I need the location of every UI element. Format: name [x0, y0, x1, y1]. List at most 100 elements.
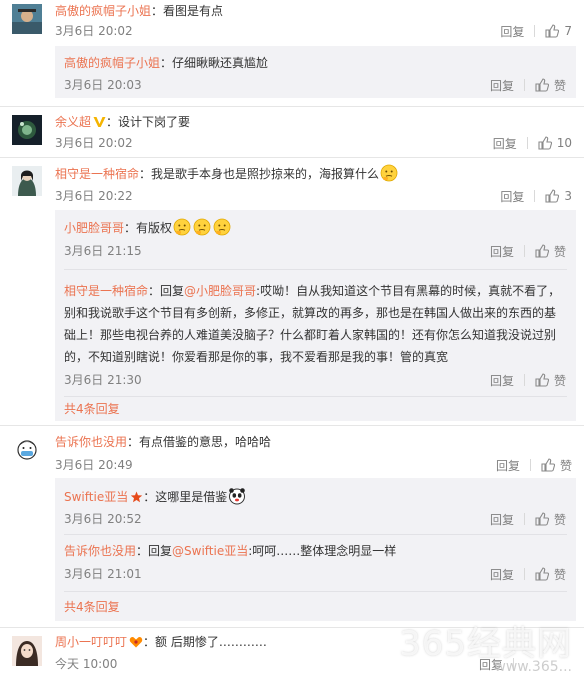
- action-divider: [523, 568, 525, 580]
- emoji-panda: [228, 487, 246, 505]
- username-link[interactable]: 小肥脸哥哥: [64, 221, 124, 235]
- reply-actions: 回复 赞: [490, 242, 566, 260]
- comment-actions: 回复 7: [500, 22, 572, 40]
- thumbs-up-icon: [535, 512, 549, 526]
- like-label: 赞: [553, 373, 566, 388]
- reply-actions: 回复 赞: [490, 76, 566, 94]
- like-label: 赞: [553, 512, 566, 527]
- comment-actions: 回复 3: [500, 187, 572, 205]
- reply-button[interactable]: 回复: [493, 135, 517, 152]
- avatar[interactable]: [12, 166, 42, 196]
- comment-actions: 回复 赞: [496, 456, 572, 474]
- comment-item: 高傲的疯帽子小姐：看图是有点 3月6日 20:02 回复 7 高傲的疯帽子小姐：…: [0, 0, 584, 110]
- like-label: 赞: [559, 458, 572, 473]
- comment-text: ：看图是有点: [151, 4, 224, 18]
- reply-button[interactable]: 回复: [490, 511, 514, 528]
- divider: [64, 591, 567, 592]
- like-button[interactable]: 赞: [535, 243, 566, 260]
- reply-prefix: ：回复: [136, 544, 173, 558]
- reply-button[interactable]: 回复: [500, 188, 524, 205]
- emoji-thinking: [380, 164, 398, 182]
- action-divider: [523, 513, 525, 525]
- username-link[interactable]: 高傲的疯帽子小姐: [55, 4, 151, 18]
- username-link[interactable]: Swiftie亚当: [64, 490, 128, 504]
- star-badge: [130, 490, 143, 508]
- reply-text: :呵呵……整体理念明显一样: [248, 544, 397, 558]
- timestamp: 3月6日 20:22: [55, 189, 133, 203]
- action-divider: [523, 374, 525, 386]
- watermark: 365经典网: [399, 624, 572, 664]
- reply-thread: 小肥脸哥哥：有版权 3月6日 21:15 回复 赞 相守是一种宿命：回复@小肥脸…: [55, 210, 576, 421]
- timestamp: 3月6日 21:30: [64, 373, 142, 387]
- like-button[interactable]: 7: [545, 24, 572, 38]
- mention-link[interactable]: @小肥脸哥哥: [184, 284, 256, 298]
- username-link[interactable]: 高傲的疯帽子小姐: [64, 56, 160, 70]
- username-link[interactable]: 周小一叮叮叮: [55, 635, 127, 649]
- timestamp: 3月6日 20:02: [55, 136, 133, 150]
- comment-item: 余义超 ：设计下岗了要 3月6日 20:02 回复 10: [0, 107, 584, 159]
- avatar[interactable]: [12, 115, 42, 145]
- more-replies-link[interactable]: 共4条回复: [64, 400, 120, 417]
- thumbs-up-icon: [545, 24, 560, 38]
- thumbs-up-icon: [545, 189, 560, 203]
- like-button[interactable]: 赞: [541, 457, 572, 474]
- like-count: 3: [564, 189, 572, 203]
- reply-item: 小肥脸哥哥：有版权 3月6日 21:15 回复 赞: [55, 210, 576, 268]
- comment-text: ：有点借鉴的意思，哈哈哈: [127, 435, 272, 449]
- username-link[interactable]: 余义超: [55, 115, 91, 129]
- comment-text-line: 周小一叮叮叮 ：额 后期惨了…………: [55, 633, 267, 653]
- username-link[interactable]: 相守是一种宿命: [55, 167, 139, 181]
- action-divider: [523, 245, 525, 257]
- like-button[interactable]: 10: [538, 136, 572, 150]
- reply-button[interactable]: 回复: [490, 243, 514, 260]
- like-button[interactable]: 赞: [535, 511, 566, 528]
- reply-text-line: Swiftie亚当 ：这哪里是借鉴: [64, 487, 564, 508]
- username-link[interactable]: 告诉你也没用: [64, 544, 136, 558]
- avatar[interactable]: [12, 436, 42, 466]
- comment-text: ：额 后期惨了…………: [143, 635, 267, 649]
- reply-actions: 回复 赞: [490, 371, 566, 389]
- reply-text-line: 高傲的疯帽子小姐：仔细瞅瞅还真尴尬: [64, 54, 564, 72]
- reply-button[interactable]: 回复: [496, 457, 520, 474]
- comment-text: ：设计下岗了要: [106, 115, 191, 129]
- reply-text: ：仔细瞅瞅还真尴尬: [160, 56, 269, 70]
- username-link[interactable]: 告诉你也没用: [55, 435, 127, 449]
- avatar[interactable]: [12, 636, 42, 666]
- reply-button[interactable]: 回复: [490, 77, 514, 94]
- action-divider: [534, 25, 536, 37]
- heart-badge: [129, 635, 143, 653]
- like-button[interactable]: 3: [545, 189, 572, 203]
- like-button[interactable]: 赞: [535, 566, 566, 583]
- reply-button[interactable]: 回复: [490, 566, 514, 583]
- thumbs-up-icon: [535, 373, 549, 387]
- reply-button[interactable]: 回复: [490, 372, 514, 389]
- reply-item: 相守是一种宿命：回复@小肥脸哥哥:哎呦！自从我知道这个节目有黑幕的时候，真就不看…: [55, 270, 576, 395]
- vip-v-badge: [93, 115, 106, 133]
- like-label: 赞: [553, 567, 566, 582]
- reply-button[interactable]: 回复: [500, 23, 524, 40]
- comment-item: 相守是一种宿命：我是歌手本身也是照抄掠来的，海报算什么 3月6日 20:22 回…: [0, 158, 584, 428]
- reply-text: ：这哪里是借鉴: [143, 490, 228, 504]
- like-button[interactable]: 赞: [535, 372, 566, 389]
- comment-item: 告诉你也没用：有点借鉴的意思，哈哈哈 3月6日 20:49 回复 赞 Swift…: [0, 426, 584, 626]
- reply-thread: Swiftie亚当 ：这哪里是借鉴 3月6日 20:52 回复 赞 告诉你也没用：…: [55, 478, 576, 621]
- timestamp: 3月6日 20:03: [64, 78, 142, 92]
- thumbs-up-icon: [535, 567, 549, 581]
- reply-item: 告诉你也没用：回复@Swiftie亚当:呵呵……整体理念明显一样 3月6日 21…: [55, 535, 576, 590]
- comment-text-line: 告诉你也没用：有点借鉴的意思，哈哈哈: [55, 433, 271, 451]
- reply-prefix: ：回复: [148, 284, 185, 298]
- reply-text: ：有版权: [124, 221, 173, 235]
- username-link[interactable]: 相守是一种宿命: [64, 284, 148, 298]
- more-replies-link[interactable]: 共4条回复: [64, 598, 120, 615]
- avatar[interactable]: [12, 4, 42, 34]
- timestamp: 3月6日 20:02: [55, 24, 133, 38]
- action-divider: [523, 79, 525, 91]
- like-button[interactable]: 赞: [535, 77, 566, 94]
- mention-link[interactable]: @Swiftie亚当: [172, 544, 248, 558]
- timestamp: 3月6日 21:01: [64, 567, 142, 581]
- like-count: 10: [556, 136, 572, 150]
- timestamp: 3月6日 21:15: [64, 244, 142, 258]
- thumbs-up-icon: [535, 78, 549, 92]
- reply-item: Swiftie亚当 ：这哪里是借鉴 3月6日 20:52 回复 赞: [55, 478, 576, 534]
- reply-actions: 回复 赞: [490, 565, 566, 583]
